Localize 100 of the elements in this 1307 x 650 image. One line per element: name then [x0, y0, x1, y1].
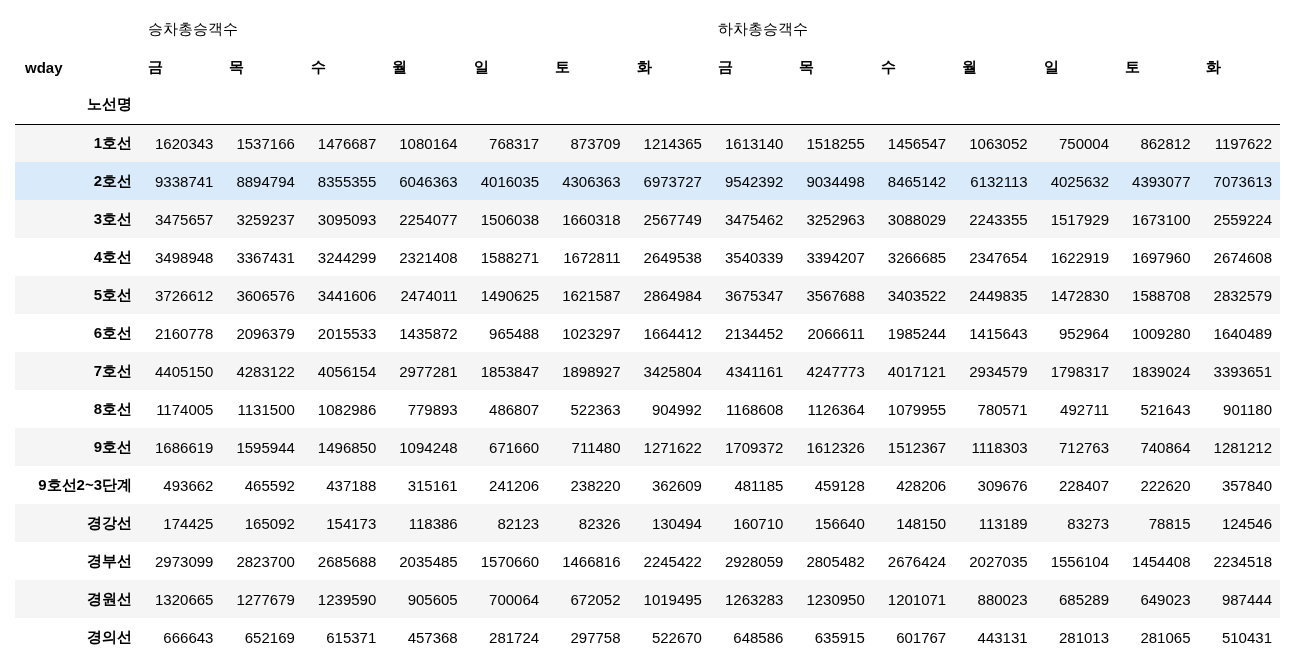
- table-cell: 6973727: [628, 162, 710, 200]
- table-cell: 437188: [302, 466, 385, 504]
- table-cell: 1082986: [302, 390, 385, 428]
- table-cell: 1131500: [221, 390, 303, 428]
- column-header: 수: [309, 56, 327, 77]
- table-cell: 228407: [1035, 466, 1118, 504]
- table-cell: 9338741: [140, 162, 222, 200]
- table-cell: 78815: [1117, 504, 1199, 542]
- table-cell: 4025632: [1035, 162, 1118, 200]
- table-cell: 3367431: [221, 238, 303, 276]
- table-cell: 3540339: [709, 238, 792, 276]
- table-cell: 4393077: [1117, 162, 1199, 200]
- table-cell: 1537166: [221, 124, 303, 162]
- row-header: 9호선: [15, 428, 140, 466]
- table-cell: 1277679: [221, 580, 303, 618]
- column-header: 화: [635, 56, 653, 77]
- table-cell: 1673100: [1117, 200, 1199, 238]
- table-cell: 601767: [872, 618, 955, 650]
- table-cell: 309676: [954, 466, 1036, 504]
- row-header: 5호선: [15, 276, 140, 314]
- table-cell: 1168608: [709, 390, 792, 428]
- table-cell: 362609: [628, 466, 710, 504]
- table-cell: 1454408: [1117, 542, 1199, 580]
- table-cell: 1496850: [302, 428, 385, 466]
- table-cell: 2321408: [384, 238, 466, 276]
- table-row[interactable]: 4호선 3498948 3367431 3244299 2321408 1588271 1672811 2649538 3540339 3394207 3266685 2347654 1622919 1697960 2674608: [15, 238, 1280, 276]
- column-header: 일: [472, 56, 490, 77]
- table-cell: 1271622: [628, 428, 710, 466]
- table-cell: 238220: [547, 466, 629, 504]
- table-cell: 1063052: [954, 124, 1036, 162]
- table-cell: 1709372: [709, 428, 792, 466]
- table-cell: 873709: [547, 124, 629, 162]
- column-header: 토: [554, 56, 572, 77]
- row-header: 2호선: [15, 162, 140, 200]
- table-cell: 1174005: [140, 390, 222, 428]
- table-cell: 1094248: [384, 428, 466, 466]
- table-cell: 443131: [954, 618, 1036, 650]
- table-cell: 3726612: [140, 276, 222, 314]
- table-cell: 2234518: [1198, 542, 1280, 580]
- table-cell: 2449835: [954, 276, 1036, 314]
- table-cell: 1612326: [791, 428, 873, 466]
- table-cell: 83273: [1035, 504, 1118, 542]
- table-cell: 1686619: [140, 428, 222, 466]
- table-cell: 1697960: [1117, 238, 1199, 276]
- table-cell: 1023297: [547, 314, 629, 352]
- table-cell: 281013: [1035, 618, 1118, 650]
- table-cell: 8355355: [302, 162, 385, 200]
- table-row[interactable]: 6호선 2160778 2096379 2015533 1435872 965488 1023297 1664412 2134452 2066611 1985244 1415643 952964 1009280 1640489: [15, 314, 1280, 352]
- table-cell: 493662: [140, 466, 222, 504]
- table-cell: 1214365: [628, 124, 710, 162]
- table-cell: 615371: [302, 618, 385, 650]
- table-cell: 3394207: [791, 238, 873, 276]
- table-cell: 711480: [547, 428, 629, 466]
- table-cell: 2674608: [1198, 238, 1280, 276]
- column-header: 금: [716, 56, 734, 77]
- table-row[interactable]: 5호선 3726612 3606576 3441606 2474011 1490625 1621587 2864984 3675347 3567688 3403522 2449835 1472830 1588708 2832579: [15, 276, 1280, 314]
- table-cell: 2245422: [628, 542, 710, 580]
- table-cell: 666643: [140, 618, 222, 650]
- table-cell: 1570660: [465, 542, 548, 580]
- table-cell: 113189: [954, 504, 1036, 542]
- table-row[interactable]: 1호선 1620343 1537166 1476687 1080164 768317 873709 1214365 1613140 1518255 1456547 1063052 750004 862812 1197622: [15, 124, 1280, 162]
- table-cell: 522363: [547, 390, 629, 428]
- table-cell: 2823700: [221, 542, 303, 580]
- column-header: 목: [228, 56, 246, 77]
- table-row[interactable]: 9호선2~3단계 493662 465592 437188 315161 241206 238220 362609 481185 459128 428206 309676 228407 222620 357840: [15, 466, 1280, 504]
- table-cell: 671660: [465, 428, 548, 466]
- table-cell: 459128: [791, 466, 873, 504]
- table-cell: 3498948: [140, 238, 222, 276]
- table-cell: 1281212: [1198, 428, 1280, 466]
- table-cell: 3475657: [140, 200, 222, 238]
- table-cell: 2649538: [628, 238, 710, 276]
- table-cell: 1456547: [872, 124, 955, 162]
- table-cell: 428206: [872, 466, 955, 504]
- table-row[interactable]: 경원선 1320665 1277679 1239590 905605 700064 672052 1019495 1263283 1230950 1201071 880023 685289 649023 987444: [15, 580, 1280, 618]
- table-cell: 987444: [1198, 580, 1280, 618]
- table-cell: 1898927: [547, 352, 629, 390]
- table-cell: 1415643: [954, 314, 1036, 352]
- row-header: 경강선: [15, 504, 140, 542]
- table-row[interactable]: 8호선 1174005 1131500 1082986 779893 486807 522363 904992 1168608 1126364 1079955 780571 492711 521643 901180: [15, 390, 1280, 428]
- table-row[interactable]: 경강선 174425 165092 154173 118386 82123 82326 130494 160710 156640 148150 113189 83273 78815 124546: [15, 504, 1280, 542]
- table-cell: 2685688: [302, 542, 385, 580]
- table-cell: 635915: [791, 618, 873, 650]
- table-cell: 2832579: [1198, 276, 1280, 314]
- table-cell: 1080164: [384, 124, 466, 162]
- table-cell: 652169: [221, 618, 303, 650]
- table-cell: 165092: [221, 504, 303, 542]
- table-cell: 4306363: [547, 162, 629, 200]
- table-cell: 1230950: [791, 580, 873, 618]
- table-row[interactable]: 9호선 1686619 1595944 1496850 1094248 671660 711480 1271622 1709372 1612326 1512367 1118303 712763 740864 1281212: [15, 428, 1280, 466]
- table-row[interactable]: 7호선 4405150 4283122 4056154 2977281 1853847 1898927 3425804 4341161 4247773 4017121 2934579 1798317 1839024 3393651: [15, 352, 1280, 390]
- table-row[interactable]: 경부선 2973099 2823700 2685688 2035485 1570660 1466816 2245422 2928059 2805482 2676424 2027035 1556104 1454408 2234518: [15, 542, 1280, 580]
- table-row[interactable]: 3호선 3475657 3259237 3095093 2254077 1506038 1660318 2567749 3475462 3252963 3088029 2243355 1517929 1673100 2559224: [15, 200, 1280, 238]
- table-cell: 3403522: [872, 276, 955, 314]
- table-cell: 1985244: [872, 314, 955, 352]
- table-cell: 297758: [547, 618, 629, 650]
- column-header: 월: [391, 56, 409, 77]
- table-cell: 965488: [465, 314, 548, 352]
- table-cell: 3095093: [302, 200, 385, 238]
- table-cell: 2973099: [140, 542, 222, 580]
- table-cell: 1595944: [221, 428, 303, 466]
